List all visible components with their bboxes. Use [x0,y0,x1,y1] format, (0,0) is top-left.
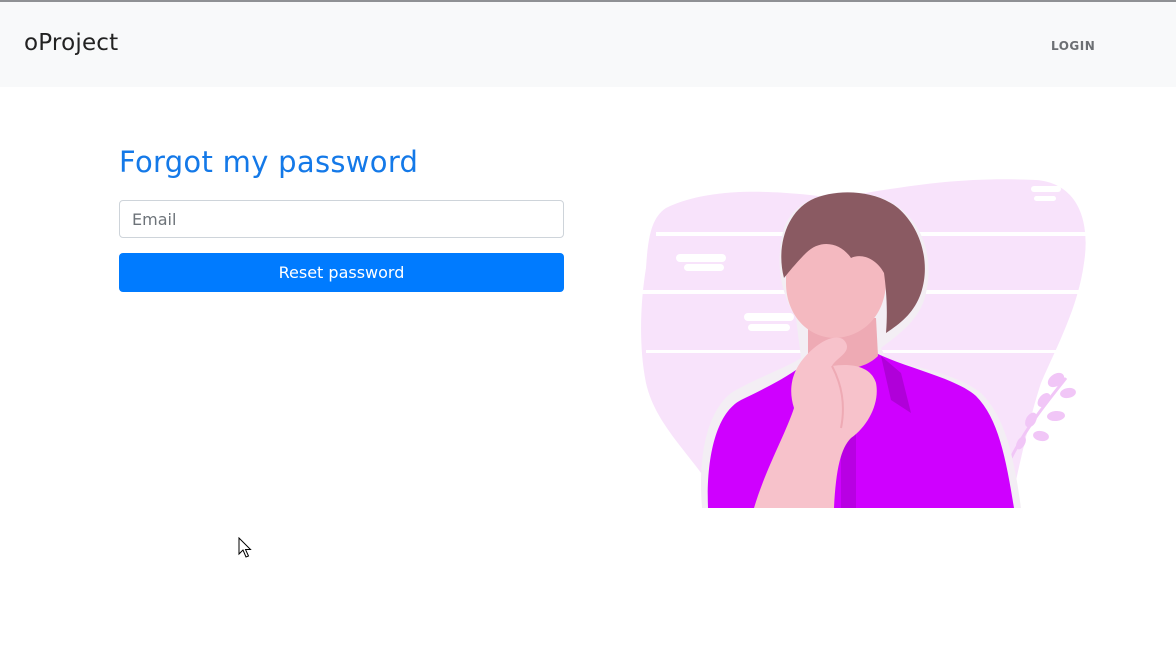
page-title: Forgot my password [119,145,419,179]
email-input[interactable] [119,200,564,238]
brand-logo[interactable]: oProject [24,30,118,56]
reset-password-button[interactable]: Reset password [119,253,564,292]
top-navbar: oProject LOGIN [0,2,1176,87]
login-link[interactable]: LOGIN [1051,39,1095,53]
thinking-person-illustration [641,179,1086,508]
mouse-cursor-icon [238,537,252,558]
